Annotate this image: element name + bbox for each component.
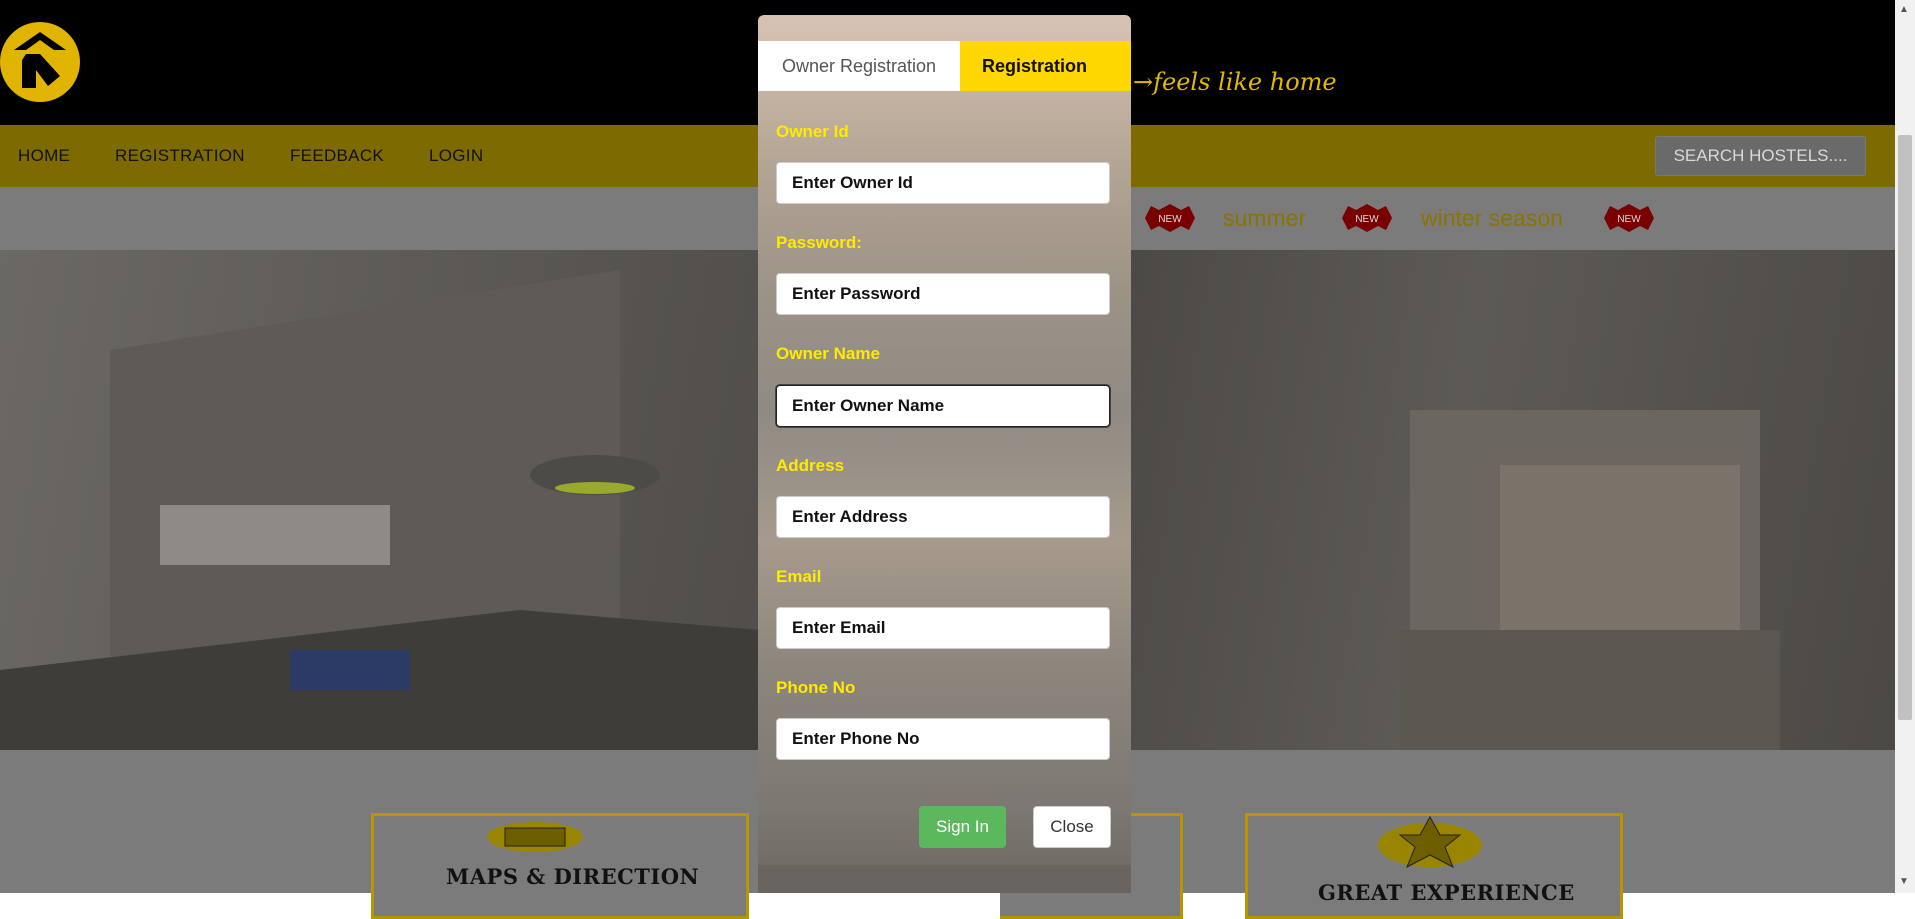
nav-login[interactable]: LOGIN (429, 146, 483, 166)
tab-registration[interactable]: Registration (982, 41, 1131, 91)
modal-footer (758, 865, 1131, 893)
tab-owner-registration[interactable]: Owner Registration (758, 41, 960, 91)
nav-home[interactable]: HOME (18, 146, 70, 166)
new-badge-label: NEW (1158, 214, 1182, 225)
tagline: →feels like home (1133, 68, 1337, 96)
address-label: Address (776, 456, 845, 475)
owner-id-input[interactable]: Enter Owner Id (776, 162, 1110, 204)
phone-input[interactable]: Enter Phone No (776, 718, 1110, 760)
scroll-down-icon[interactable]: ▼ (1899, 876, 1909, 887)
owner-id-label: Owner Id (776, 122, 849, 141)
star-icon (1375, 815, 1485, 880)
sign-in-button[interactable]: Sign In (919, 806, 1006, 848)
new-badge-icon: NEW (1342, 204, 1392, 232)
ticker-item: summer (1223, 205, 1307, 231)
owner-name-label: Owner Name (776, 344, 880, 363)
password-input[interactable]: Enter Password (776, 273, 1110, 315)
password-label: Password: (776, 233, 862, 252)
nav-feedback[interactable]: FEEDBACK (290, 146, 384, 166)
search-hostels-button[interactable]: SEARCH HOSTELS.... (1655, 136, 1866, 176)
address-input[interactable]: Enter Address (776, 496, 1110, 538)
logo-icon[interactable] (0, 20, 82, 106)
new-badge-label: NEW (1355, 214, 1379, 225)
scrollbar-thumb[interactable] (1898, 135, 1912, 720)
nav-registration[interactable]: REGISTRATION (115, 146, 245, 166)
ticker-item: winter season (1421, 205, 1563, 231)
card-title-maps: MAPS & DIRECTION (446, 864, 700, 889)
phone-label: Phone No (776, 678, 856, 697)
owner-registration-modal: Owner Registration Registration Owner Id… (758, 15, 1131, 893)
new-badge-icon: NEW (1604, 204, 1654, 232)
owner-name-input[interactable]: Enter Owner Name (776, 385, 1110, 427)
new-badge-label: NEW (1617, 214, 1641, 225)
email-label: Email (776, 567, 822, 586)
map-icon (485, 820, 585, 859)
new-badge-icon: NEW (1145, 204, 1195, 232)
email-input[interactable]: Enter Email (776, 607, 1110, 649)
close-button[interactable]: Close (1033, 806, 1111, 848)
scroll-up-icon[interactable]: ▲ (1899, 4, 1909, 15)
